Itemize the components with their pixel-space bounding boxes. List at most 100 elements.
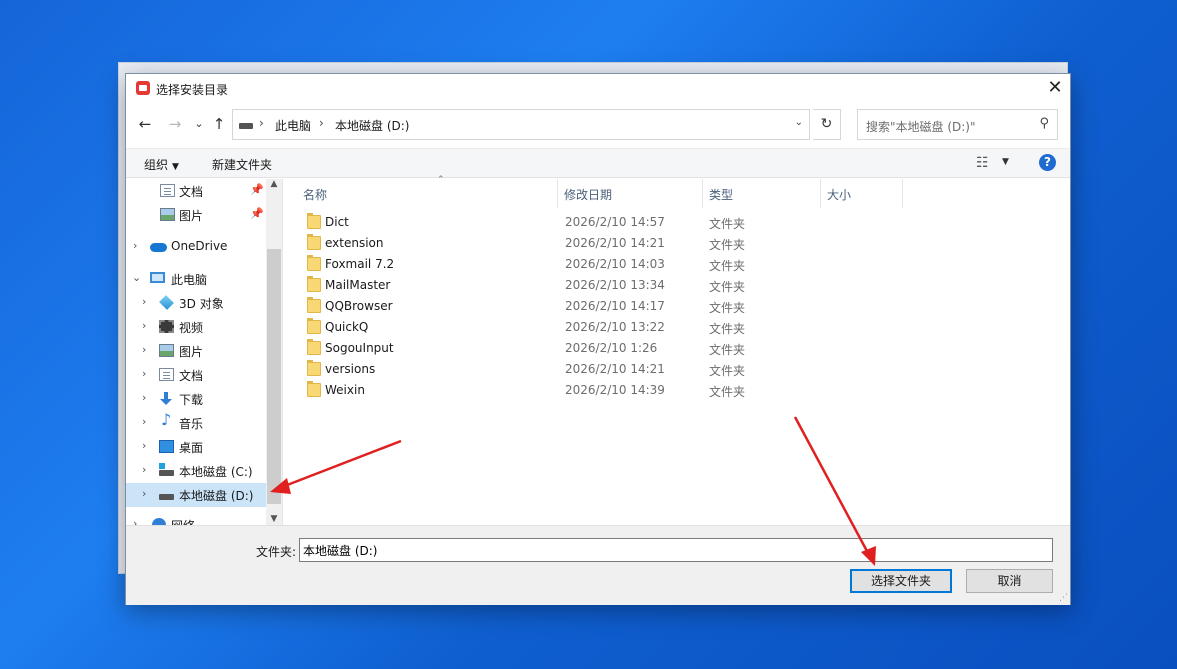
chevron-right-icon[interactable]: › [142, 295, 146, 308]
pin-icon[interactable]: 📌 [250, 207, 264, 220]
tree-item-drive-c[interactable]: › 本地磁盘 (C:) [126, 459, 266, 483]
select-folder-button[interactable]: 选择文件夹 [850, 569, 952, 593]
chevron-down-icon[interactable]: ⌄ [132, 271, 141, 284]
resize-grip-icon[interactable]: ⋰ [1059, 593, 1068, 603]
column-header-type[interactable]: 类型 [703, 179, 821, 208]
refresh-icon[interactable]: ↻ [813, 109, 841, 140]
scroll-up-icon[interactable]: ▲ [266, 179, 282, 189]
chevron-right-icon[interactable]: › [142, 391, 146, 404]
tree-item-label: 文档 [179, 185, 204, 199]
chevron-right-icon[interactable]: › [142, 487, 146, 500]
file-modified: 2026/2/10 13:22 [565, 320, 665, 334]
organize-label: 组织 [144, 158, 169, 172]
breadcrumb-drive-d[interactable]: 本地磁盘 (D:) [335, 117, 409, 134]
folder-icon [307, 297, 321, 313]
tree-item-onedrive[interactable]: › OneDrive [126, 235, 266, 259]
address-bar[interactable]: › 此电脑 › 本地磁盘 (D:) ⌄ [232, 109, 810, 140]
file-name: QQBrowser [325, 299, 393, 313]
view-caret-icon[interactable]: ▼ [1002, 157, 1009, 167]
desktop-icon [159, 440, 174, 453]
chevron-right-icon[interactable]: › [133, 239, 137, 252]
file-modified: 2026/2/10 14:17 [565, 299, 665, 313]
column-name-label: 名称 [303, 188, 328, 202]
cancel-button[interactable]: 取消 [966, 569, 1053, 593]
tree-item-this-pc[interactable]: ⌄ 此电脑 [126, 267, 266, 291]
back-arrow-icon[interactable]: ← [134, 113, 156, 137]
tree-item-label: 音乐 [179, 417, 204, 431]
column-header-modified[interactable]: 修改日期 [558, 179, 703, 208]
scroll-thumb[interactable] [267, 249, 281, 504]
file-type: 文件夹 [709, 322, 746, 336]
tree-item-label: 此电脑 [171, 273, 208, 287]
forward-arrow-icon[interactable]: → [164, 113, 186, 137]
file-row[interactable]: QQBrowser 2026/2/10 14:17 文件夹 [283, 296, 1071, 317]
file-row[interactable]: extension 2026/2/10 14:21 文件夹 [283, 233, 1071, 254]
tree-item-music[interactable]: › ♪ 音乐 [126, 411, 266, 435]
videos-icon [159, 320, 174, 333]
pictures-icon [160, 208, 175, 221]
tree-item-desktop[interactable]: › 桌面 [126, 435, 266, 459]
column-header-name[interactable]: 名称 ⌃ [297, 175, 558, 208]
view-options-icon[interactable]: ☷ [976, 155, 989, 171]
up-arrow-icon[interactable]: ↑ [208, 113, 230, 137]
file-type: 文件夹 [709, 343, 746, 357]
file-name: QuickQ [325, 320, 369, 334]
file-name: MailMaster [325, 278, 391, 292]
file-row[interactable]: SogouInput 2026/2/10 1:26 文件夹 [283, 338, 1071, 359]
chevron-right-icon[interactable]: › [142, 463, 146, 476]
scroll-down-icon[interactable]: ▼ [266, 514, 282, 524]
tree-item-documents[interactable]: › 文档 [126, 363, 266, 387]
chevron-right-icon[interactable]: › [133, 517, 137, 525]
search-icon[interactable]: ⚲ [1039, 116, 1049, 131]
column-header-size[interactable]: 大小 [821, 179, 903, 208]
tree-item-downloads[interactable]: › 下载 [126, 387, 266, 411]
file-row[interactable]: QuickQ 2026/2/10 13:22 文件夹 [283, 317, 1071, 338]
file-name: Weixin [325, 383, 365, 397]
file-row[interactable]: Dict 2026/2/10 14:57 文件夹 [283, 212, 1071, 233]
search-box[interactable]: 搜索"本地磁盘 (D:)" ⚲ [857, 109, 1058, 140]
file-row[interactable]: versions 2026/2/10 14:21 文件夹 [283, 359, 1071, 380]
chevron-right-icon[interactable]: › [142, 415, 146, 428]
chevron-right-icon[interactable]: › [142, 367, 146, 380]
navigation-scrollbar[interactable]: ▲ ▼ [266, 179, 282, 525]
tree-item-3d-objects[interactable]: › 3D 对象 [126, 291, 266, 315]
chevron-down-icon[interactable]: ⌄ [795, 117, 803, 128]
breadcrumb-this-pc[interactable]: 此电脑 [275, 117, 311, 134]
bottom-panel: 文件夹: 选择文件夹 取消 ⋰ [126, 525, 1070, 605]
file-row[interactable]: MailMaster 2026/2/10 13:34 文件夹 [283, 275, 1071, 296]
new-folder-button[interactable]: 新建文件夹 [212, 156, 272, 173]
music-icon: ♪ [161, 410, 172, 429]
tree-item-label: 3D 对象 [179, 297, 224, 311]
close-button[interactable]: ✕ [1040, 74, 1070, 104]
drive-c-icon [159, 463, 174, 476]
file-modified: 2026/2/10 13:34 [565, 278, 665, 292]
tree-item-pictures[interactable]: › 图片 [126, 339, 266, 363]
file-type: 文件夹 [709, 238, 746, 252]
file-row[interactable]: Weixin 2026/2/10 14:39 文件夹 [283, 380, 1071, 401]
tree-item-drive-d[interactable]: › 本地磁盘 (D:) [126, 483, 266, 507]
folder-name-input[interactable] [299, 538, 1053, 562]
file-modified: 2026/2/10 14:21 [565, 362, 665, 376]
tree-item-videos[interactable]: › 视频 [126, 315, 266, 339]
app-icon [136, 81, 150, 95]
chevron-right-icon[interactable]: › [142, 319, 146, 332]
tree-item-label: 桌面 [179, 441, 204, 455]
tree-item-pictures-pinned[interactable]: 图片 📌 [126, 203, 266, 227]
breadcrumb-separator-icon[interactable]: › [259, 116, 264, 130]
sort-ascending-icon: ⌃ [437, 175, 445, 185]
file-row[interactable]: Foxmail 7.2 2026/2/10 14:03 文件夹 [283, 254, 1071, 275]
recent-locations-icon[interactable]: ⌄ [188, 113, 210, 137]
chevron-right-icon[interactable]: › [142, 439, 146, 452]
tree-item-label: 本地磁盘 (D:) [179, 489, 254, 503]
pin-icon[interactable]: 📌 [250, 183, 264, 196]
chevron-right-icon[interactable]: › [142, 343, 146, 356]
file-type: 文件夹 [709, 364, 746, 378]
breadcrumb-separator-icon[interactable]: › [319, 116, 324, 130]
organize-button[interactable]: 组织 ▼ [144, 156, 179, 173]
help-icon[interactable]: ? [1039, 154, 1056, 171]
tree-item-network[interactable]: › 网络 [126, 513, 266, 525]
folder-field-label: 文件夹: [256, 545, 297, 559]
search-input[interactable]: 搜索"本地磁盘 (D:)" [866, 118, 976, 135]
file-name: extension [325, 236, 384, 250]
tree-item-documents-pinned[interactable]: 文档 📌 [126, 179, 266, 203]
